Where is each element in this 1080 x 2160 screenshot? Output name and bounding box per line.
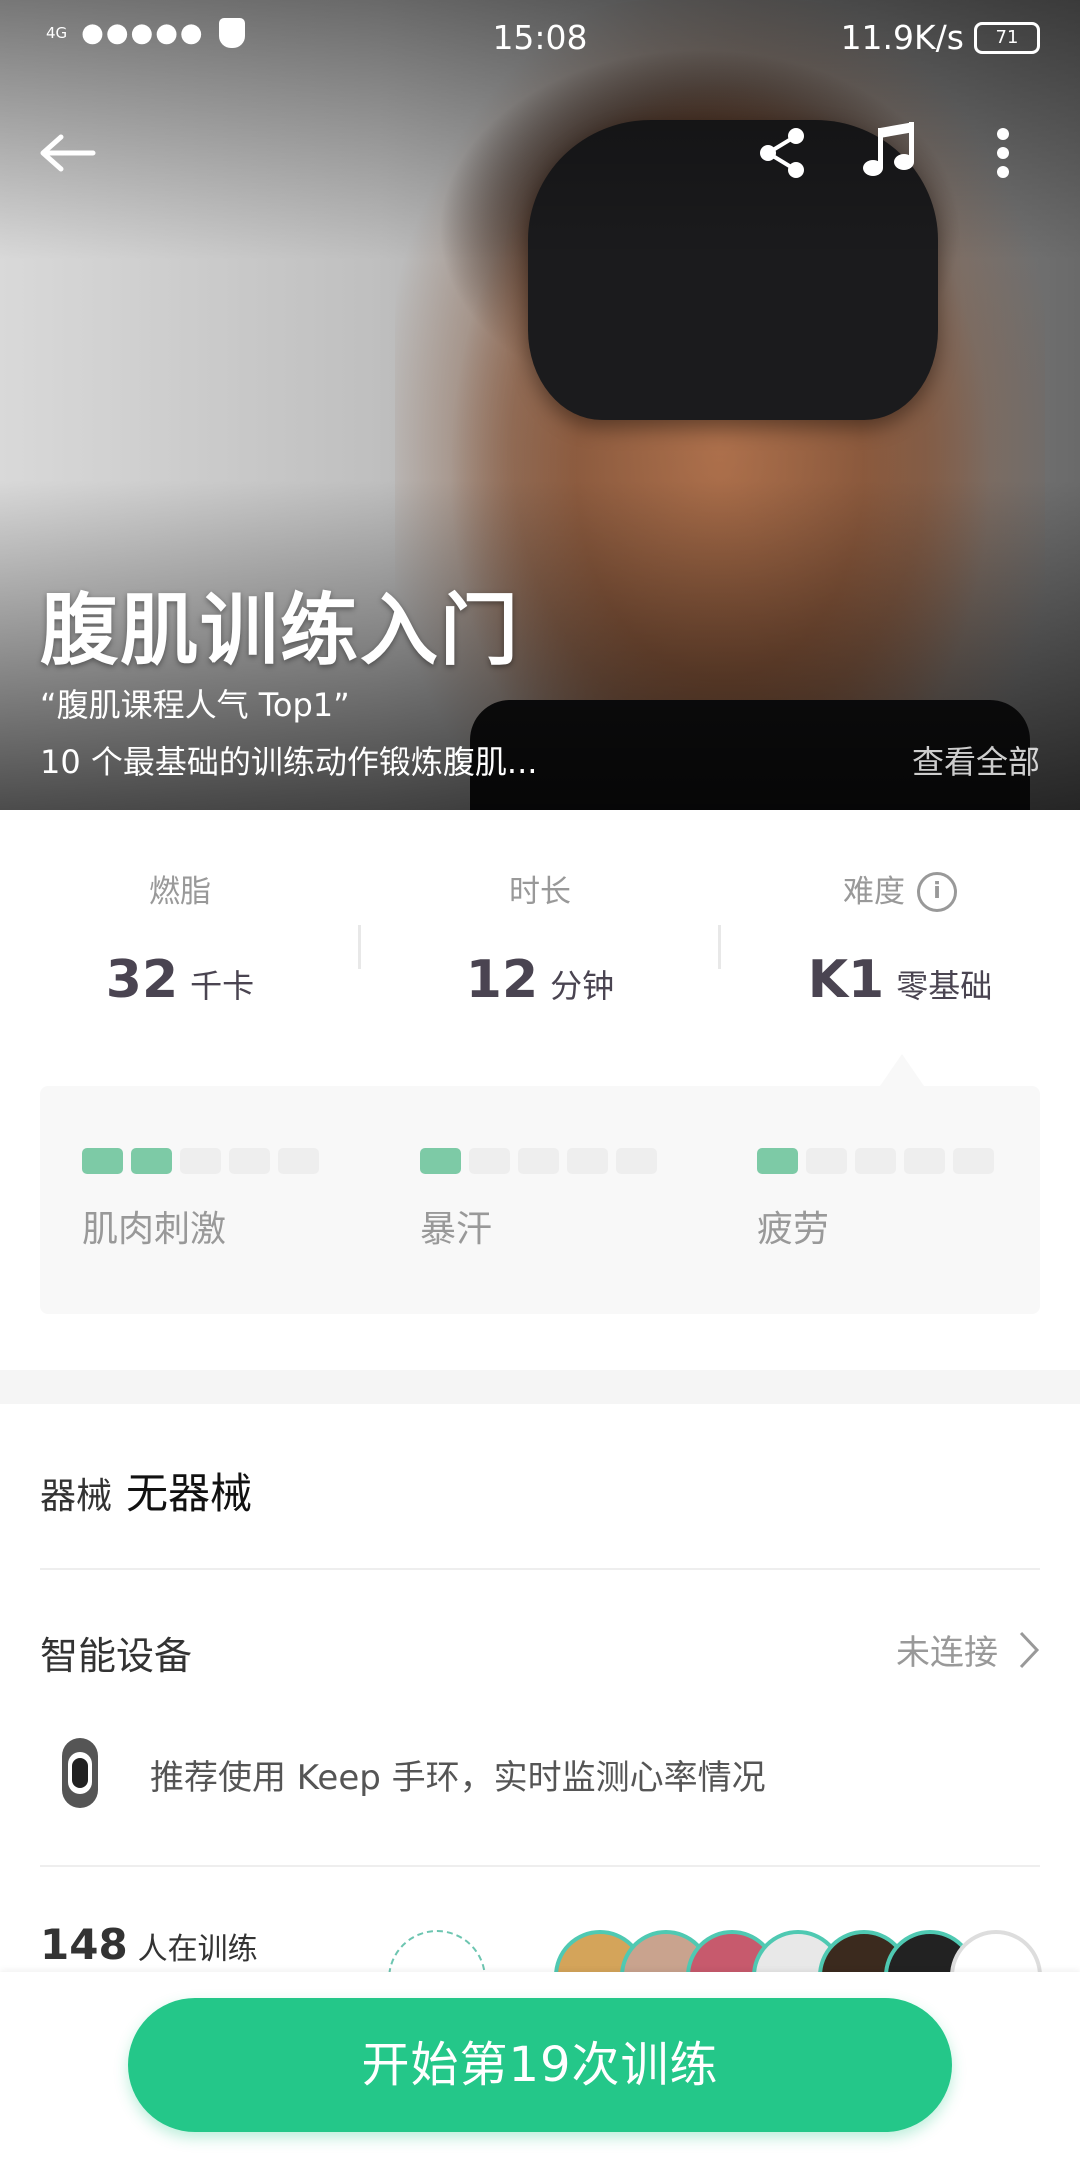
stat-value: 32 (105, 950, 179, 1010)
panel-caret (880, 1054, 924, 1086)
stat-unit: 零基础 (896, 967, 993, 1005)
row-divider (40, 1865, 1040, 1867)
stat-divider (718, 925, 721, 969)
meter-label: 疲劳 (757, 1209, 830, 1250)
meter-segment (953, 1148, 994, 1174)
back-arrow-icon[interactable] (32, 118, 102, 188)
view-all-link[interactable]: 查看全部 (912, 737, 1040, 783)
stat-label: 时长 (509, 874, 571, 910)
stat-unit: 分钟 (550, 967, 615, 1005)
stat-label: 燃脂 (149, 874, 211, 910)
equipment-label: 器械 (40, 1476, 113, 1517)
smart-device-status[interactable]: 未连接 (896, 1625, 1040, 1674)
stat-value: K1 (807, 950, 885, 1010)
smart-device-label: 智能设备 (40, 1634, 193, 1678)
network-speed: 11.9K/s (840, 18, 964, 57)
share-icon[interactable] (748, 118, 818, 188)
meter-segment (616, 1148, 657, 1174)
bottom-action-bar: 开始第19次训练 (0, 1972, 1080, 2160)
stat-value-row: K1 零基础 (720, 950, 1080, 1010)
meter-bars (420, 1148, 657, 1174)
meter-bars (82, 1148, 319, 1174)
stat-label-row: 难度 i (720, 870, 1080, 914)
stat-calories: 燃脂 32 千卡 (0, 870, 360, 1010)
music-note-icon[interactable] (855, 115, 925, 185)
chevron-right-icon (1019, 1631, 1040, 1668)
meter-segment (180, 1148, 221, 1174)
meter-segment (855, 1148, 896, 1174)
band-recommendation[interactable]: 推荐使用 Keep 手环，实时监测心率情况 (150, 1750, 766, 1799)
status-bar: 4G ●●●●● 15:08 11.9K/s 71 (0, 0, 1080, 75)
stat-value-row: 12 分钟 (360, 950, 720, 1010)
stat-label: 难度 (843, 874, 905, 910)
meter-segment (469, 1148, 510, 1174)
fitness-band-icon (52, 1738, 108, 1808)
more-vertical-icon[interactable] (968, 118, 1038, 188)
equipment-value: 无器械 (126, 1469, 253, 1518)
stat-value-row: 32 千卡 (0, 950, 360, 1010)
stat-value: 12 (465, 950, 539, 1010)
meter-muscle: 肌肉刺激 (82, 1148, 319, 1252)
course-quote: “腹肌课程人气 Top1” (40, 686, 350, 724)
intensity-panel: 肌肉刺激 暴汗 疲劳 (40, 1086, 1040, 1314)
meter-fatigue: 疲劳 (757, 1148, 994, 1252)
course-description: 10 个最基础的训练动作锻炼腹肌... (40, 743, 538, 781)
meter-segment (82, 1148, 123, 1174)
stat-unit: 千卡 (190, 967, 255, 1005)
meter-segment (757, 1148, 798, 1174)
meter-segment (229, 1148, 270, 1174)
meter-bars (757, 1148, 994, 1174)
hero-banner: 4G ●●●●● 15:08 11.9K/s 71 腹肌训练入门 “腹肌课程人气… (0, 0, 1080, 810)
meter-segment (278, 1148, 319, 1174)
people-training[interactable]: 148 人在训练 (40, 1920, 258, 1969)
meter-segment (131, 1148, 172, 1174)
meter-segment (806, 1148, 847, 1174)
meter-label: 暴汗 (420, 1209, 493, 1250)
meter-segment (567, 1148, 608, 1174)
info-icon[interactable]: i (917, 872, 957, 912)
people-count: 148 (40, 1920, 128, 1969)
meter-segment (904, 1148, 945, 1174)
meter-segment (420, 1148, 461, 1174)
stat-divider (358, 925, 361, 969)
battery-icon: 71 (974, 21, 1040, 54)
section-divider (0, 1370, 1080, 1404)
course-stats: 燃脂 32 千卡 时长 12 分钟 难度 i K1 零基础 (0, 870, 1080, 1020)
course-title: 腹肌训练入门 (40, 586, 521, 676)
connection-status: 未连接 (896, 1633, 998, 1673)
meter-label: 肌肉刺激 (82, 1209, 227, 1250)
start-training-button[interactable]: 开始第19次训练 (128, 1998, 952, 2132)
meter-segment (518, 1148, 559, 1174)
meter-sweat: 暴汗 (420, 1148, 657, 1252)
people-label: 人在训练 (137, 1932, 258, 1967)
equipment-row: 器械 无器械 (40, 1460, 252, 1521)
status-right: 11.9K/s 71 (841, 18, 1040, 57)
stat-difficulty[interactable]: 难度 i K1 零基础 (720, 870, 1080, 1010)
row-divider (40, 1568, 1040, 1570)
stat-duration: 时长 12 分钟 (360, 870, 720, 1010)
